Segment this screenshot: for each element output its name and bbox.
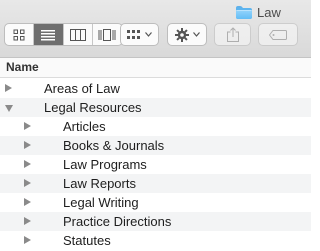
list-icon [41, 29, 56, 40]
folder-icon [236, 5, 252, 19]
list-item[interactable]: Statutes [0, 231, 311, 250]
share-icon [226, 27, 239, 42]
disclosure-triangle-closed-icon[interactable] [24, 236, 31, 244]
disclosure-triangle-closed-icon[interactable] [5, 84, 12, 92]
arrange-button[interactable] [120, 23, 159, 46]
grid-icon [13, 29, 25, 40]
name-column-label: Name [6, 60, 39, 74]
list-item-label: Articles [63, 119, 106, 134]
window-title: Law [236, 3, 281, 21]
disclosure-triangle-closed-icon[interactable] [24, 217, 31, 225]
list-item[interactable]: Articles [0, 117, 311, 136]
group-icon [127, 29, 140, 39]
view-mode-control [4, 23, 123, 46]
disclosure-triangle-closed-icon[interactable] [24, 198, 31, 206]
name-column-header[interactable]: Name [0, 58, 311, 78]
list-item[interactable]: Law Reports [0, 174, 311, 193]
gallery-view-button[interactable] [93, 24, 122, 45]
list-item[interactable]: Legal Writing [0, 193, 311, 212]
finder-window: Law Name Areas of Law Legal Resources Ar… [0, 0, 311, 251]
list-item[interactable]: Practice Directions [0, 212, 311, 231]
share-button[interactable] [214, 23, 251, 46]
toolbar: Law [0, 0, 311, 58]
list-item[interactable]: Areas of Law [0, 79, 311, 98]
tag-icon [269, 29, 287, 40]
disclosure-triangle-closed-icon[interactable] [24, 179, 31, 187]
list-item-label: Law Reports [63, 176, 136, 191]
chevron-down-icon [192, 32, 200, 37]
chevron-down-icon [145, 32, 152, 37]
tag-button[interactable] [258, 23, 298, 46]
list-item-label: Law Programs [63, 157, 147, 172]
list-item-label: Legal Resources [44, 100, 142, 115]
icon-view-button[interactable] [5, 24, 35, 45]
gear-icon [174, 27, 189, 42]
action-button[interactable] [167, 23, 207, 46]
file-list: Areas of Law Legal Resources Articles Books… [0, 79, 311, 250]
list-item-label: Statutes [63, 233, 111, 248]
list-item-label: Areas of Law [44, 81, 120, 96]
list-item[interactable]: Legal Resources [0, 98, 311, 117]
list-item-label: Books & Journals [63, 138, 165, 153]
list-view-button[interactable] [34, 24, 64, 45]
disclosure-triangle-closed-icon[interactable] [24, 141, 31, 149]
list-item-label: Practice Directions [63, 214, 172, 229]
disclosure-triangle-closed-icon[interactable] [24, 122, 31, 130]
column-view-button[interactable] [64, 24, 93, 45]
columns-icon [69, 28, 86, 41]
window-title-label: Law [257, 4, 281, 20]
coverflow-icon [98, 28, 116, 41]
disclosure-triangle-open-icon[interactable] [5, 105, 13, 112]
list-item[interactable]: Books & Journals [0, 136, 311, 155]
list-item-label: Legal Writing [63, 195, 139, 210]
list-item[interactable]: Law Programs [0, 155, 311, 174]
disclosure-triangle-closed-icon[interactable] [24, 160, 31, 168]
